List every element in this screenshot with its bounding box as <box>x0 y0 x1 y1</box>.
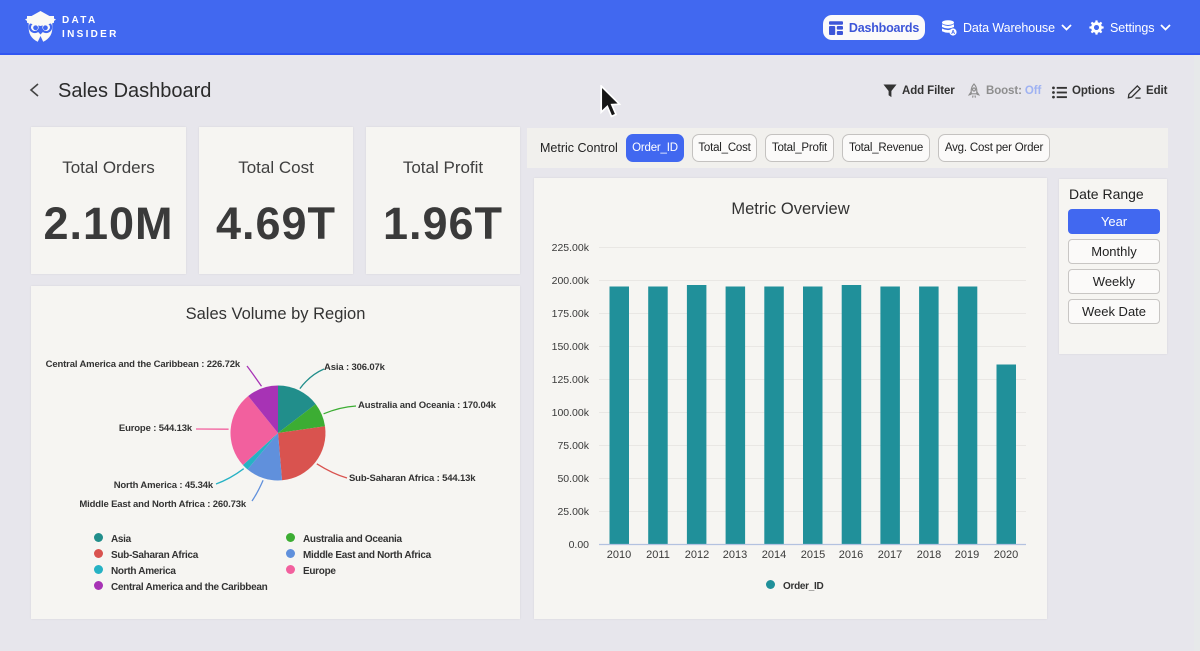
svg-text:A: A <box>951 30 955 36</box>
